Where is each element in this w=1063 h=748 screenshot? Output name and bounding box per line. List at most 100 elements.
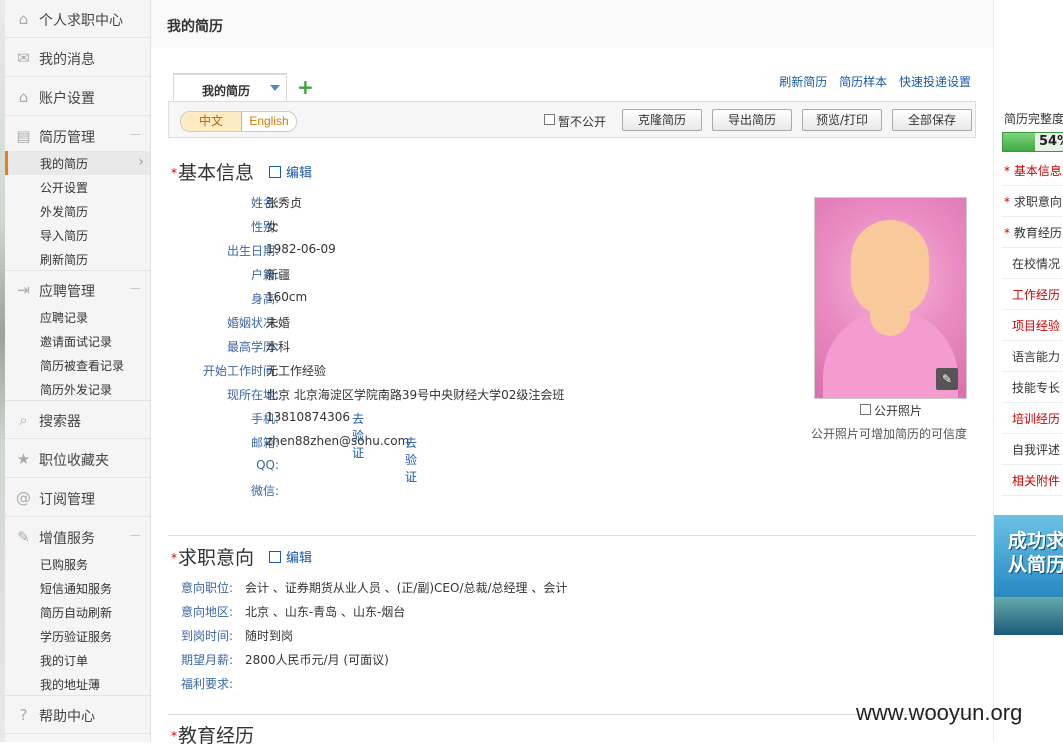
required-mark: *: [171, 551, 177, 565]
collapse-icon[interactable]: [130, 288, 140, 289]
edit-photo-icon[interactable]: ✎: [936, 368, 958, 390]
collapse-icon[interactable]: [130, 535, 140, 536]
tab-my-resume[interactable]: 我的简历: [173, 73, 287, 103]
profile-photo[interactable]: ✎: [814, 197, 967, 399]
completeness-item[interactable]: 自我评述: [1002, 434, 1063, 465]
sidebar-subitem-degree-verify[interactable]: 学历验证服务: [5, 624, 150, 648]
field-label: 现所在地:: [226, 388, 279, 402]
sidebar-item-label: 职位收藏夹: [39, 453, 109, 469]
sidebar-subitem-purchased[interactable]: 已购服务: [5, 552, 150, 576]
sidebar-subitem-label: 短信通知服务: [40, 582, 113, 596]
sidebar-item-home[interactable]: ⌂ 个人求职中心: [5, 0, 150, 38]
sidebar-subitem-viewed-records[interactable]: 简历被查看记录: [5, 353, 150, 377]
sidebar-subitem-label: 我的简历: [40, 157, 89, 171]
sidebar-item-subscribe[interactable]: @ 订阅管理: [5, 479, 150, 517]
sidebar-item-account[interactable]: ⌂ 账户设置: [5, 78, 150, 116]
avatar-head: [851, 220, 929, 316]
field-label: 到岗时间:: [180, 629, 233, 643]
sidebar-subitem-label: 简历被查看记录: [40, 359, 125, 373]
completeness-item-label: 工作经历: [1012, 286, 1060, 303]
field-value: 女: [266, 220, 279, 234]
watermark: www.wooyun.org: [856, 700, 1023, 725]
sidebar-subitem-auto-refresh[interactable]: 简历自动刷新: [5, 600, 150, 624]
completeness-item[interactable]: * 求职意向: [1002, 186, 1063, 217]
top-links: 刷新简历 简历样本 快速投递设置: [771, 73, 971, 90]
verify-email-link[interactable]: 去验证: [405, 434, 417, 485]
chevron-down-icon[interactable]: [270, 85, 280, 91]
sidebar-subitem-label: 已购服务: [40, 558, 89, 572]
completeness-item[interactable]: 技能专长: [1002, 372, 1063, 403]
completeness-item[interactable]: 工作经历: [1002, 279, 1063, 310]
lang-english-option[interactable]: English: [242, 112, 296, 131]
required-mark: *: [1004, 164, 1014, 178]
sidebar-item-label: 增值服务: [39, 531, 95, 547]
question-icon: ?: [19, 706, 28, 724]
sidebar-group-resume[interactable]: ▤ 简历管理: [5, 117, 150, 155]
sidebar-subitem-label: 应聘记录: [40, 311, 89, 325]
language-switch[interactable]: 中文 English: [180, 111, 297, 132]
completeness-item[interactable]: * 教育经历: [1002, 217, 1063, 248]
sidebar-subitem-public-settings[interactable]: 公开设置: [5, 175, 150, 199]
completeness-item[interactable]: 语言能力: [1002, 341, 1063, 372]
sidebar-subitem-import-resume[interactable]: 导入简历: [5, 223, 150, 247]
sidebar-item-help[interactable]: ? 帮助中心: [5, 696, 150, 734]
sidebar-subitem-sms[interactable]: 短信通知服务: [5, 576, 150, 600]
save-all-button[interactable]: 全部保存: [892, 109, 972, 131]
public-photo-checkbox[interactable]: [860, 404, 871, 415]
resume-sample-link[interactable]: 简历样本: [839, 75, 887, 89]
sidebar-item-label: 个人求职中心: [39, 13, 123, 29]
completeness-item-label: 在校情况: [1012, 255, 1060, 272]
completeness-item-text: 相关附件: [1012, 474, 1061, 488]
edit-label: 编辑: [286, 166, 313, 181]
sidebar-subitem-label: 外发简历: [40, 205, 89, 219]
edit-basic-info-link[interactable]: 编辑: [269, 162, 312, 181]
sidebar-group-apply[interactable]: ⇥ 应聘管理: [5, 271, 150, 309]
lang-chinese-option[interactable]: 中文: [181, 112, 242, 131]
sidebar-subitem-refresh-resume[interactable]: 刷新简历: [5, 247, 150, 271]
sidebar-item-label: 搜索器: [39, 414, 81, 430]
quick-apply-settings-link[interactable]: 快速投递设置: [899, 75, 971, 89]
completeness-item-text: 语言能力: [1012, 350, 1061, 364]
edit-intent-link[interactable]: 编辑: [269, 547, 312, 566]
sidebar-subitem-my-resume[interactable]: 我的简历 ›: [5, 151, 150, 175]
section-title: 基本信息: [178, 162, 255, 184]
sidebar-subitem-apply-records[interactable]: 应聘记录: [5, 305, 150, 329]
completeness-item[interactable]: 项目经验: [1002, 310, 1063, 341]
field-label: 身高:: [250, 292, 279, 306]
export-resume-button[interactable]: 导出简历: [712, 109, 792, 131]
clone-resume-button[interactable]: 克隆简历: [622, 109, 702, 131]
completeness-item[interactable]: 相关附件: [1002, 465, 1063, 496]
sidebar-subitem-address-book[interactable]: 我的地址薄: [5, 672, 150, 696]
field-value: 随时到岗: [245, 629, 294, 643]
sidebar-item-favorites[interactable]: ★ 职位收藏夹: [5, 440, 150, 478]
sidebar-item-label: 应聘管理: [39, 284, 95, 300]
sidebar-subitem-sent-resume[interactable]: 外发简历: [5, 199, 150, 223]
sidebar-item-messages[interactable]: ✉ 我的消息: [5, 39, 150, 77]
completeness-item-label: 语言能力: [1012, 348, 1060, 365]
edit-label: 编辑: [286, 551, 313, 566]
add-resume-icon[interactable]: +: [297, 77, 314, 97]
sidebar-subitem-sent-records[interactable]: 简历外发记录: [5, 377, 150, 401]
sidebar-item-search[interactable]: ⌕ 搜索器: [5, 401, 150, 439]
completeness-item[interactable]: 在校情况: [1002, 248, 1063, 279]
promo-banner[interactable]: 成功求 从简历: [994, 515, 1063, 635]
completeness-item[interactable]: 培训经历: [1002, 403, 1063, 434]
completeness-item-text: 求职意向: [1013, 195, 1062, 209]
collapse-icon[interactable]: [130, 134, 140, 135]
refresh-resume-link[interactable]: 刷新简历: [779, 75, 827, 89]
page-header: 我的简历: [151, 0, 993, 48]
field-value: 会计 、证券期货从业人员 、(正/副)CEO/总裁/总经理 、会计: [245, 581, 568, 595]
completeness-item-label: * 基本信息: [1004, 162, 1062, 179]
sidebar-subitem-interview-invites[interactable]: 邀请面试记录: [5, 329, 150, 353]
sidebar-group-vas[interactable]: ✎ 增值服务: [5, 518, 150, 556]
field-label: 期望月薪:: [180, 653, 233, 667]
private-checkbox[interactable]: [544, 114, 555, 125]
field-label: 开始工作时间:: [202, 364, 279, 378]
sidebar-subitem-orders[interactable]: 我的订单: [5, 648, 150, 672]
preview-print-button[interactable]: 预览/打印: [802, 109, 882, 131]
completeness-item[interactable]: * 基本信息: [1002, 155, 1063, 186]
field-label: 意向职位:: [180, 581, 233, 595]
completeness-item-text: 培训经历: [1012, 412, 1061, 426]
envelope-icon: ✉: [17, 49, 30, 67]
banner-text: 成功求 从简历: [1008, 529, 1063, 577]
